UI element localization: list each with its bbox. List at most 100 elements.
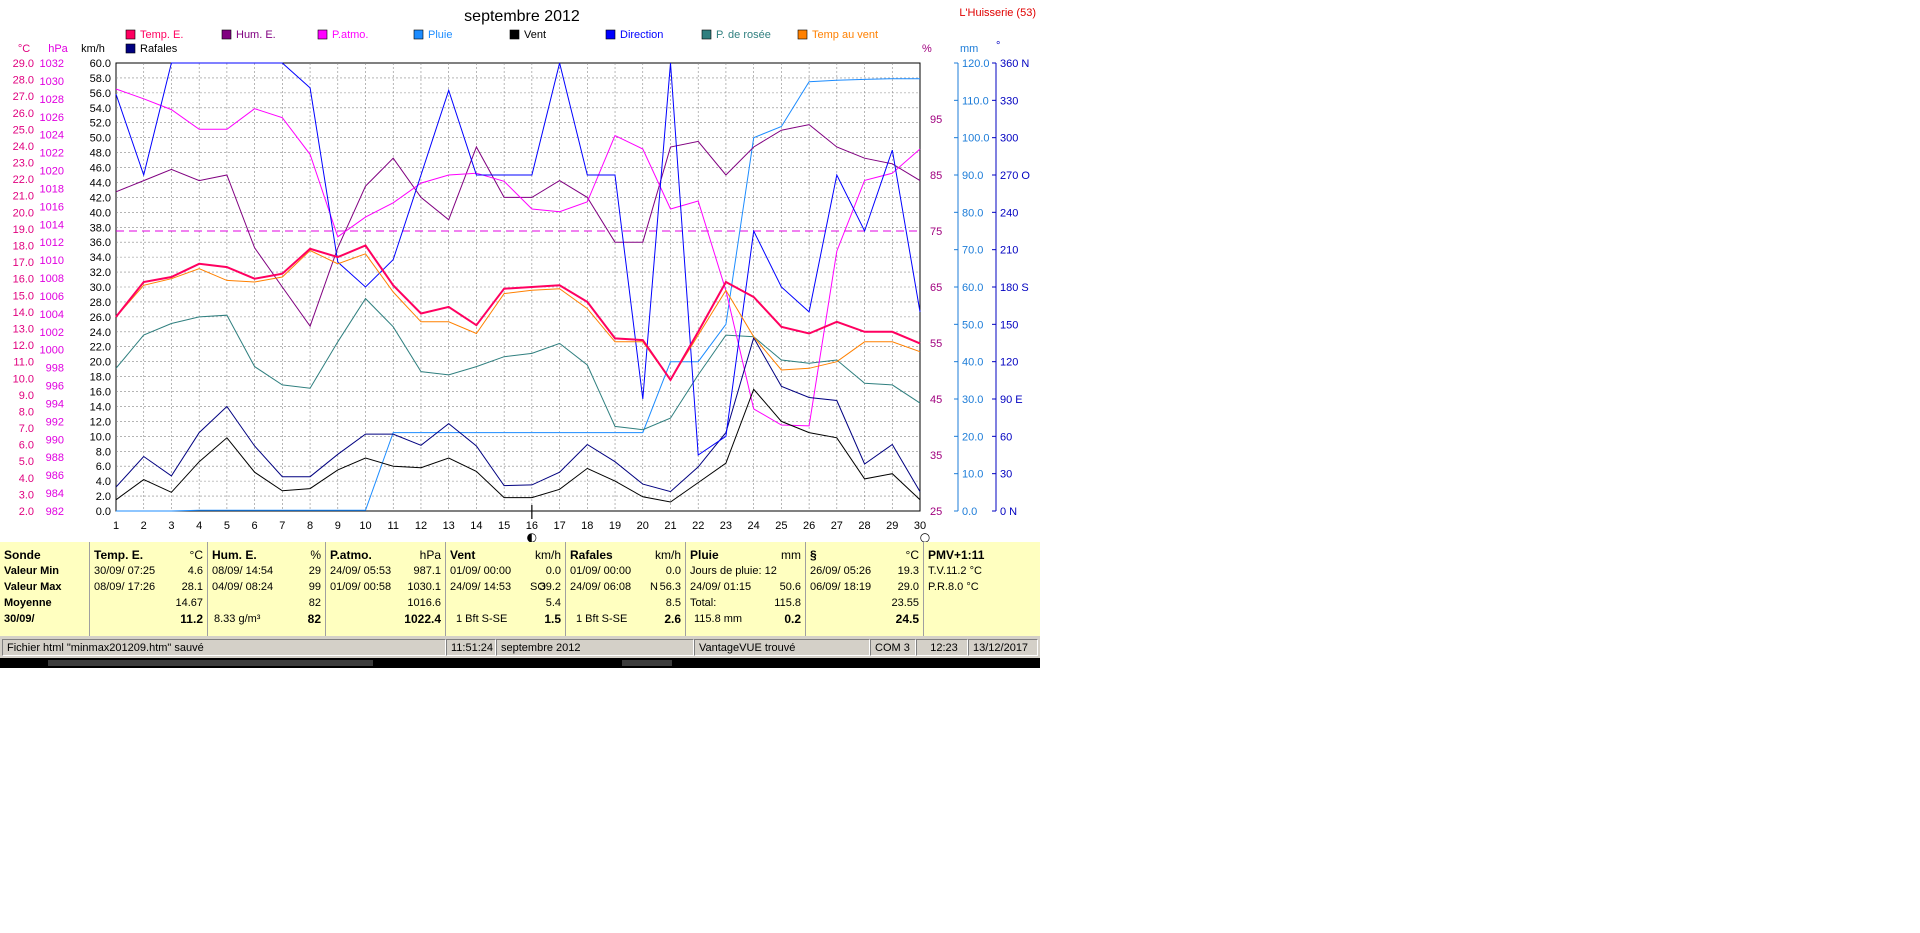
hum-min-time: 08/09/ 14:54	[212, 565, 274, 577]
y-tick-label-0: 10.0	[13, 373, 34, 385]
y3-tick-label: 70.0	[962, 245, 983, 257]
y-tick-label-2: 6.0	[96, 461, 111, 473]
y4-tick-label: 210	[1000, 245, 1018, 257]
y-axis-unit-1: hPa	[48, 43, 68, 55]
x-tick-label: 13	[443, 520, 455, 532]
legend-label: Hum. E.	[236, 29, 276, 41]
patmo-min-val: 987.1	[413, 565, 441, 577]
stats-patmo: P.atmo. hPa 24/09/ 05:53 987.1 01/09/ 00:5…	[326, 542, 446, 636]
y-tick-label-0: 22.0	[13, 174, 34, 186]
y3-tick-label: 100.0	[962, 133, 990, 145]
y-tick-label-1: 1018	[40, 183, 64, 195]
y-tick-label-2: 58.0	[90, 73, 111, 85]
y2-tick-label: 95	[930, 114, 942, 126]
pmv-pr: P.R.8.0 °C	[928, 581, 979, 593]
y-axis-unit-0: °C	[18, 43, 30, 55]
stats-s: § °C 26/09/ 05:26 19.3 06/09/ 18:19 29.0 23…	[806, 542, 924, 636]
pluie-title: Pluie	[690, 548, 719, 562]
y-tick-label-2: 38.0	[90, 222, 111, 234]
y4-tick-label: 120	[1000, 357, 1018, 369]
pluie-rain-days: Jours de pluie: 12	[690, 565, 777, 577]
pluie-current: 0.2	[784, 612, 801, 626]
y-tick-label-1: 982	[46, 506, 64, 518]
y-tick-label-1: 992	[46, 416, 64, 428]
temp-min-time: 30/09/ 07:25	[94, 565, 156, 577]
y-tick-label-2: 14.0	[90, 401, 111, 413]
weather-chart: 2.03.04.05.06.07.08.09.010.011.012.013.0…	[13, 7, 1036, 542]
s-title: §	[810, 548, 817, 562]
y3-tick-label: 0.0	[962, 506, 977, 518]
y-tick-label-2: 16.0	[90, 387, 111, 399]
hum-max-val: 99	[308, 581, 321, 593]
temp-current: 11.2	[180, 612, 203, 626]
stats-temp: Temp. E. °C 30/09/ 07:25 4.6 08/09/ 17:26 2…	[90, 542, 208, 636]
y-tick-label-0: 19.0	[13, 224, 34, 236]
y-tick-label-1: 1014	[40, 219, 64, 231]
y2-tick-label: 35	[930, 450, 942, 462]
y-tick-label-2: 0.0	[96, 506, 111, 518]
taskbar-strip	[0, 658, 1040, 668]
y-tick-label-0: 20.0	[13, 207, 34, 219]
y-tick-label-2: 8.0	[96, 446, 111, 458]
hum-unit: %	[310, 548, 321, 562]
y-tick-label-2: 48.0	[90, 148, 111, 160]
x-tick-label: 29	[886, 520, 898, 532]
rafales-min-time: 01/09/ 00:00	[570, 565, 632, 577]
y4-tick-label: 240	[1000, 207, 1018, 219]
y-tick-label-0: 29.0	[13, 58, 34, 70]
y3-tick-label: 50.0	[962, 319, 983, 331]
temp-title: Temp. E.	[94, 548, 144, 562]
x-tick-label: 18	[581, 520, 593, 532]
y-tick-label-2: 18.0	[90, 372, 111, 384]
y-tick-label-0: 27.0	[13, 91, 34, 103]
y-tick-label-0: 6.0	[19, 440, 34, 452]
y-tick-label-0: 15.0	[13, 290, 34, 302]
x-tick-label: 4	[196, 520, 202, 532]
y-tick-label-2: 10.0	[90, 431, 111, 443]
stats-row-labels: Sonde Valeur Min Valeur Max Moyenne 30/0…	[0, 542, 90, 636]
vent-unit: km/h	[534, 548, 561, 562]
patmo-title: P.atmo.	[330, 548, 372, 562]
vent-min-val: 0.0	[545, 565, 561, 577]
y-tick-label-0: 18.0	[13, 241, 34, 253]
legend-label: Direction	[620, 29, 663, 41]
pmv-tv: T.V.11.2 °C	[928, 565, 982, 577]
hum-max-time: 04/09/ 08:24	[212, 581, 274, 593]
x-tick-label: 1	[113, 520, 119, 532]
patmo-max-time: 01/09/ 00:58	[330, 581, 392, 593]
vent-beaufort: 1 Bft S-SE	[456, 613, 508, 625]
x-tick-label: 6	[252, 520, 258, 532]
y2-axis-unit: %	[922, 43, 932, 55]
vent-max-val: 39.2	[539, 581, 561, 593]
y-tick-label-2: 44.0	[90, 177, 111, 189]
patmo-min-time: 24/09/ 05:53	[330, 565, 392, 577]
s-current: 24.5	[895, 612, 919, 626]
y2-tick-label: 85	[930, 170, 942, 182]
y-tick-label-0: 7.0	[19, 423, 34, 435]
y4-tick-label: 90 E	[1000, 394, 1023, 406]
stats-pluie: Pluie mm Jours de pluie: 12 24/09/ 01:15 5…	[686, 542, 806, 636]
taskbar-segment	[622, 660, 672, 666]
rafales-beaufort: 1 Bft S-SE	[576, 613, 628, 625]
hum-title: Hum. E.	[212, 548, 257, 562]
x-tick-label: 9	[335, 520, 341, 532]
legend-swatch	[413, 29, 424, 40]
patmo-max-val: 1030.1	[407, 581, 441, 593]
y-tick-label-0: 9.0	[19, 390, 34, 402]
y4-tick-label: 330	[1000, 95, 1018, 107]
rafales-avg: 8.5	[665, 597, 681, 609]
y3-tick-label: 10.0	[962, 469, 983, 481]
status-time: 11:51:24	[446, 639, 496, 656]
y-tick-label-1: 1022	[40, 148, 64, 160]
temp-max-val: 28.1	[181, 581, 203, 593]
row-label-sonde: Sonde	[4, 548, 41, 562]
hum-avg: 82	[308, 597, 321, 609]
y-tick-label-1: 1010	[40, 255, 64, 267]
y-tick-label-0: 14.0	[13, 307, 34, 319]
y-tick-label-2: 54.0	[90, 103, 111, 115]
chart-title: septembre 2012	[464, 8, 580, 25]
x-tick-label: 7	[279, 520, 285, 532]
status-clock: 12:23	[916, 639, 968, 656]
legend-swatch	[509, 29, 520, 40]
y3-tick-label: 20.0	[962, 431, 983, 443]
